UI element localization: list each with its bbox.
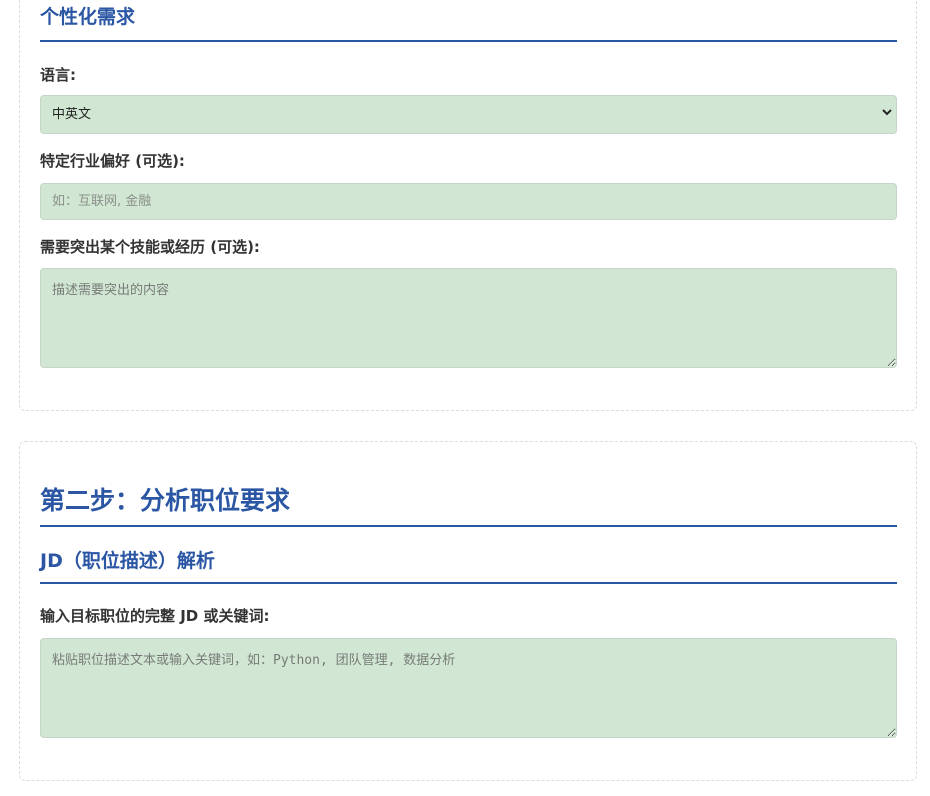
industry-input[interactable] (40, 183, 897, 220)
industry-label: 特定行业偏好 (可选): (40, 152, 185, 170)
highlight-textarea[interactable] (40, 268, 897, 368)
highlight-label: 需要突出某个技能或经历 (可选): (40, 238, 260, 256)
language-label: 语言: (40, 66, 76, 84)
step2-section: 第二步：分析职位要求 JD（职位描述）解析 输入目标职位的完整 JD 或关键词: (19, 441, 917, 781)
jd-label: 输入目标职位的完整 JD 或关键词: (40, 607, 270, 625)
personalization-section: 个性化需求 语言: 中英文 特定行业偏好 (可选): 需要突出某个技能或经历 (… (19, 0, 917, 411)
jd-title: JD（职位描述）解析 (40, 552, 897, 584)
step2-title: 第二步：分析职位要求 (40, 488, 897, 527)
language-select[interactable]: 中英文 (40, 95, 897, 134)
jd-textarea[interactable] (40, 638, 897, 738)
personalization-title: 个性化需求 (40, 8, 897, 42)
